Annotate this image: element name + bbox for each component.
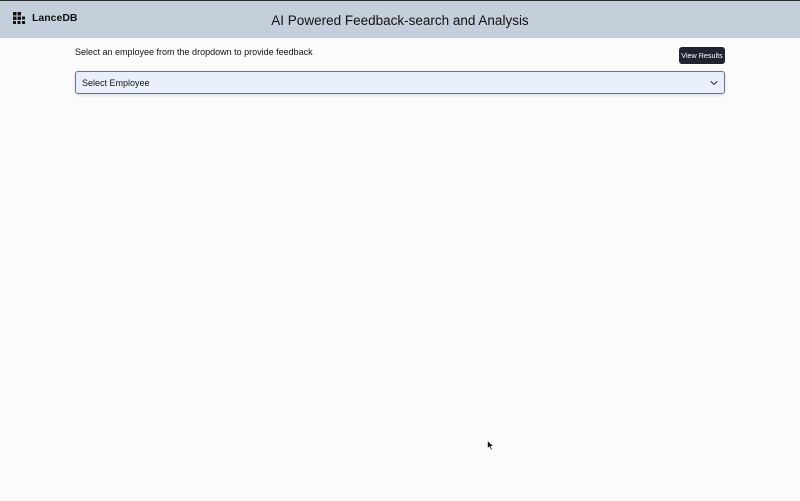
instruction-text: Select an employee from the dropdown to … [75,47,313,57]
employee-select[interactable]: Select Employee [75,71,725,94]
top-bar: LanceDB AI Powered Feedback-search and A… [0,0,800,38]
view-results-button[interactable]: View Results [679,47,725,64]
mouse-cursor-icon [487,440,495,451]
page: LanceDB AI Powered Feedback-search and A… [0,0,800,501]
chevron-down-icon [710,80,718,85]
employee-select-value: Select Employee [82,77,150,88]
page-title: AI Powered Feedback-search and Analysis [271,13,529,28]
